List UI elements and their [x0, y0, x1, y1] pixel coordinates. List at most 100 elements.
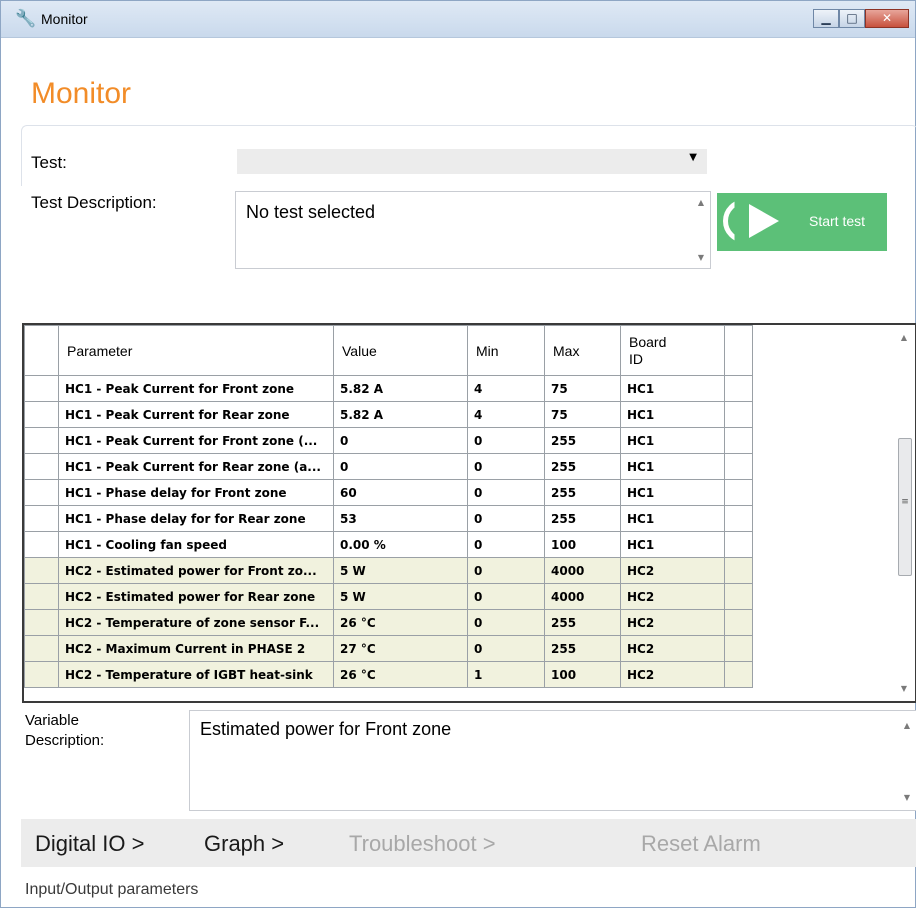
- table-row[interactable]: HC1 - Phase delay for Front zone 60 0 255 HC…: [24, 479, 753, 506]
- cell-value[interactable]: 5 W: [333, 583, 468, 610]
- column-header-min[interactable]: Min: [467, 325, 545, 376]
- row-selector[interactable]: [24, 609, 59, 636]
- graph-link[interactable]: Graph >: [204, 831, 284, 857]
- cell-min[interactable]: 0: [467, 505, 545, 532]
- cell-parameter[interactable]: HC1 - Peak Current for Front zone: [58, 375, 334, 402]
- cell-parameter[interactable]: HC1 - Peak Current for Rear zone (a...: [58, 453, 334, 480]
- cell-max[interactable]: 4000: [544, 557, 621, 584]
- row-selector[interactable]: [24, 427, 59, 454]
- cell-value[interactable]: 0: [333, 427, 468, 454]
- scroll-thumb[interactable]: ≡: [898, 438, 912, 576]
- cell-parameter[interactable]: HC1 - Cooling fan speed: [58, 531, 334, 558]
- cell-empty[interactable]: [724, 505, 753, 532]
- cell-empty[interactable]: [724, 661, 753, 688]
- cell-min[interactable]: 0: [467, 583, 545, 610]
- row-selector[interactable]: [24, 505, 59, 532]
- cell-empty[interactable]: [724, 557, 753, 584]
- cell-empty[interactable]: [724, 609, 753, 636]
- cell-value[interactable]: 27 °C: [333, 635, 468, 662]
- cell-board-id[interactable]: HC1: [620, 375, 725, 402]
- cell-board-id[interactable]: HC2: [620, 609, 725, 636]
- cell-value[interactable]: 5 W: [333, 557, 468, 584]
- parameter-grid[interactable]: Parameter Value Min Max Board ID HC1 - P…: [22, 323, 916, 703]
- row-selector[interactable]: [24, 531, 59, 558]
- column-header-max[interactable]: Max: [544, 325, 621, 376]
- cell-min[interactable]: 0: [467, 531, 545, 558]
- cell-board-id[interactable]: HC1: [620, 401, 725, 428]
- row-selector[interactable]: [24, 557, 59, 584]
- row-selector[interactable]: [24, 661, 59, 688]
- cell-board-id[interactable]: HC1: [620, 479, 725, 506]
- cell-empty[interactable]: [724, 375, 753, 402]
- scroll-up-icon[interactable]: ▲: [895, 333, 913, 342]
- cell-parameter[interactable]: HC2 - Temperature of IGBT heat-sink: [58, 661, 334, 688]
- cell-value[interactable]: 5.82 A: [333, 375, 468, 402]
- cell-max[interactable]: 255: [544, 453, 621, 480]
- table-row[interactable]: HC1 - Peak Current for Front zone 5.82 A4…: [24, 375, 753, 402]
- cell-board-id[interactable]: HC1: [620, 427, 725, 454]
- table-row[interactable]: HC2 - Estimated power for Rear zone 5 W04…: [24, 583, 753, 610]
- cell-max[interactable]: 255: [544, 427, 621, 454]
- cell-empty[interactable]: [724, 453, 753, 480]
- cell-max[interactable]: 100: [544, 661, 621, 688]
- cell-empty[interactable]: [724, 401, 753, 428]
- table-row[interactable]: HC2 - Temperature of zone sensor F... 26 …: [24, 609, 753, 636]
- close-button[interactable]: ✕: [865, 9, 909, 28]
- scroll-down-icon[interactable]: ▼: [895, 684, 913, 693]
- cell-board-id[interactable]: HC1: [620, 505, 725, 532]
- cell-min[interactable]: 0: [467, 635, 545, 662]
- cell-empty[interactable]: [724, 531, 753, 558]
- cell-min[interactable]: 4: [467, 375, 545, 402]
- cell-board-id[interactable]: HC1: [620, 453, 725, 480]
- scroll-down-icon[interactable]: ▼: [898, 793, 916, 802]
- cell-min[interactable]: 1: [467, 661, 545, 688]
- cell-max[interactable]: 255: [544, 479, 621, 506]
- variable-description-scrollbar[interactable]: ▲ ▼: [898, 711, 916, 810]
- cell-parameter[interactable]: HC2 - Temperature of zone sensor F...: [58, 609, 334, 636]
- column-header-value[interactable]: Value: [333, 325, 468, 376]
- cell-value[interactable]: 26 °C: [333, 609, 468, 636]
- scroll-up-icon[interactable]: ▲: [898, 721, 916, 730]
- table-row[interactable]: HC2 - Maximum Current in PHASE 2 27 °C 0 25…: [24, 635, 753, 662]
- row-selector[interactable]: [24, 583, 59, 610]
- cell-min[interactable]: 4: [467, 401, 545, 428]
- cell-max[interactable]: 100: [544, 531, 621, 558]
- cell-min[interactable]: 0: [467, 453, 545, 480]
- row-selector[interactable]: [24, 635, 59, 662]
- row-selector[interactable]: [24, 479, 59, 506]
- cell-board-id[interactable]: HC2: [620, 635, 725, 662]
- table-row[interactable]: HC2 - Temperature of IGBT heat-sink 26 °C…: [24, 661, 753, 688]
- cell-empty[interactable]: [724, 479, 753, 506]
- cell-value[interactable]: 53: [333, 505, 468, 532]
- cell-value[interactable]: 60: [333, 479, 468, 506]
- cell-empty[interactable]: [724, 583, 753, 610]
- start-test-button[interactable]: Start test: [717, 193, 887, 251]
- cell-value[interactable]: 0: [333, 453, 468, 480]
- cell-min[interactable]: 0: [467, 557, 545, 584]
- cell-max[interactable]: 75: [544, 401, 621, 428]
- row-selector[interactable]: [24, 401, 59, 428]
- cell-max[interactable]: 75: [544, 375, 621, 402]
- grid-scrollbar[interactable]: ▲ ≡ ▼: [895, 325, 915, 701]
- table-row[interactable]: HC1 - Peak Current for Rear zone (a... 0 0…: [24, 453, 753, 480]
- cell-min[interactable]: 0: [467, 479, 545, 506]
- minimize-button[interactable]: ▁: [813, 9, 839, 28]
- cell-board-id[interactable]: HC2: [620, 583, 725, 610]
- column-header-parameter[interactable]: Parameter: [58, 325, 334, 376]
- cell-parameter[interactable]: HC2 - Estimated power for Rear zone: [58, 583, 334, 610]
- reset-alarm-button[interactable]: Reset Alarm: [641, 831, 761, 857]
- cell-max[interactable]: 255: [544, 635, 621, 662]
- test-description-box[interactable]: No test selected ▲ ▼: [235, 191, 711, 269]
- table-row[interactable]: HC1 - Peak Current for Rear zone 5.82 A47…: [24, 401, 753, 428]
- table-row[interactable]: HC1 - Peak Current for Front zone (... 0 0…: [24, 427, 753, 454]
- cell-parameter[interactable]: HC1 - Peak Current for Front zone (...: [58, 427, 334, 454]
- cell-value[interactable]: 0.00 %: [333, 531, 468, 558]
- cell-parameter[interactable]: HC1 - Peak Current for Rear zone: [58, 401, 334, 428]
- cell-parameter[interactable]: HC1 - Phase delay for for Rear zone: [58, 505, 334, 532]
- digital-io-link[interactable]: Digital IO >: [35, 831, 144, 857]
- cell-value[interactable]: 26 °C: [333, 661, 468, 688]
- column-header-board-id[interactable]: Board ID: [620, 325, 725, 376]
- cell-max[interactable]: 255: [544, 505, 621, 532]
- cell-min[interactable]: 0: [467, 427, 545, 454]
- row-selector[interactable]: [24, 375, 59, 402]
